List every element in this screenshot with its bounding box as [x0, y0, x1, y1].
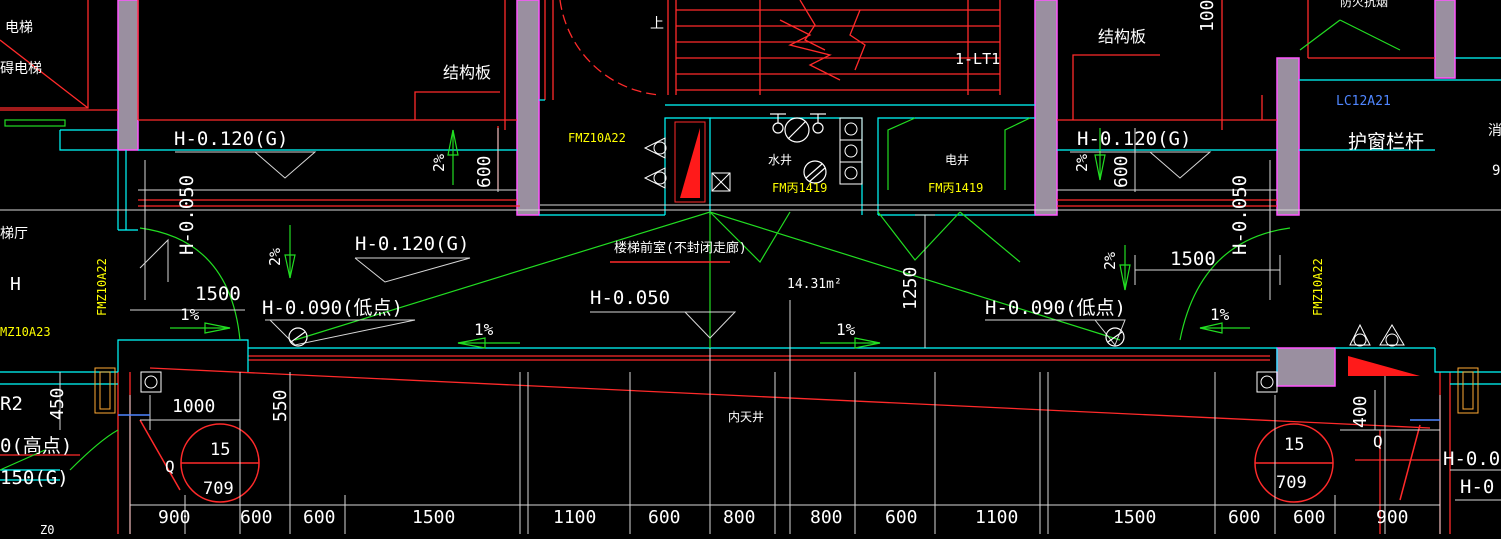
- slope-label: 1%: [180, 305, 200, 324]
- dim-1000-top: 100: [1197, 0, 1218, 32]
- bottom-dimension: 600: [240, 507, 273, 528]
- slope-label: 2%: [1101, 252, 1119, 270]
- wall-column: [1276, 347, 1336, 387]
- label-guard-rail: 护窗栏杆: [1348, 131, 1424, 153]
- label-structural-slab-right: 结构板: [1098, 27, 1146, 46]
- bottom-dimension: 900: [158, 507, 191, 528]
- bottom-dimension: 1500: [412, 507, 455, 528]
- fire-door-symbol-right: [1348, 356, 1420, 376]
- slope-label: 1%: [1210, 305, 1230, 324]
- label-lobby-title: 楼梯前室(不封闭走廊): [614, 240, 747, 256]
- callout-left-top: 15: [210, 440, 230, 460]
- elevation-h012-left: H-0.120(G): [174, 128, 288, 150]
- fire-door-symbol-left: [680, 128, 700, 198]
- bottom-dimension: 1100: [553, 507, 596, 528]
- bottom-dimension: 600: [885, 507, 918, 528]
- label-up: 上: [650, 16, 664, 32]
- elevation-h0090-right: H-0.090(低点): [985, 297, 1126, 319]
- elevation-left-150g: 150(G): [0, 467, 69, 489]
- slope-label: 2%: [430, 154, 448, 172]
- label-door-left-a23: MZ10A23: [0, 325, 51, 339]
- dim-600-b: 600: [1111, 155, 1132, 188]
- bottom-dimension: 800: [810, 507, 843, 528]
- slope-label: 1%: [474, 320, 494, 339]
- slope-label: 2%: [1073, 154, 1091, 172]
- label-hall: 梯厅: [0, 226, 28, 242]
- bottom-dimension: 800: [723, 507, 756, 528]
- label-lobby-area: 14.31m²: [787, 277, 842, 292]
- green-detail-lines: [1299, 19, 1401, 51]
- label-stair-ref: 1-LT1: [955, 50, 1000, 68]
- callout-right-top: 15: [1284, 435, 1304, 455]
- label-door-vert-right: FMZ10A22: [1311, 258, 1325, 316]
- callout-left-bottom: 709: [203, 479, 234, 499]
- label-elevator-2: 碍电梯: [0, 61, 42, 77]
- elevation-h012-center: H-0.120(G): [355, 233, 469, 255]
- wall-column: [117, 0, 139, 151]
- wall-column: [1434, 0, 1456, 79]
- elevation-right-h0: H-0: [1460, 476, 1494, 498]
- label-elec-door: FM丙1419: [928, 181, 983, 195]
- label-elec-shaft: 电井: [945, 153, 969, 167]
- label-elevator-1: 电梯: [5, 20, 33, 36]
- elevation-h0050-center: H-0.050: [590, 287, 670, 309]
- dim-1500-b: 1500: [1170, 248, 1216, 270]
- bottom-dimension: 600: [1228, 507, 1261, 528]
- dim-600-a: 600: [474, 155, 495, 188]
- bottom-dimension: 900: [1376, 507, 1409, 528]
- label-partial-bottom-left: Z0: [40, 523, 54, 534]
- label-door-fm-left: FMZ10A22: [568, 131, 626, 145]
- dim-400: 400: [1350, 395, 1371, 428]
- elevation-left-high: 0(高点): [0, 435, 72, 457]
- label-inner-court: 内天井: [728, 410, 764, 424]
- elevation-h012-right: H-0.120(G): [1077, 128, 1191, 150]
- label-water-shaft: 水井: [768, 153, 792, 167]
- elevation-vert-right: H-0.050: [1229, 175, 1251, 255]
- wall-column: [1034, 0, 1058, 216]
- floor-plan: 电梯 碍电梯 结构板 结构板 上 1-LT1 FMZ10A22 水井 FM丙14…: [0, 0, 1501, 537]
- label-r2: R2: [0, 393, 23, 415]
- elevation-h0090-left: H-0.090(低点): [262, 297, 403, 319]
- callout-right-bottom: 709: [1276, 473, 1307, 493]
- elevation-vert-left: H-0.050: [176, 175, 198, 255]
- wall-column: [1276, 57, 1300, 216]
- label-structural-slab-left: 结构板: [443, 63, 491, 82]
- bottom-dimension-chain: 900 600 600 1500 1100 600 800 800 600 11…: [158, 507, 1409, 528]
- slope-label: 1%: [836, 320, 856, 339]
- dim-1250: 1250: [900, 267, 921, 310]
- bottom-dimension: 1100: [975, 507, 1018, 528]
- dim-1000: 1000: [172, 396, 215, 417]
- red-circles: [139, 419, 1421, 503]
- label-right-9: 9: [1492, 163, 1500, 179]
- bottom-dimension: 600: [1293, 507, 1326, 528]
- label-q-right: Q: [1373, 432, 1383, 451]
- label-q-left: Q: [165, 457, 175, 476]
- bottom-dimension: 1500: [1113, 507, 1156, 528]
- text-labels: 电梯 碍电梯 结构板 结构板 上 1-LT1 FMZ10A22 水井 FM丙14…: [0, 0, 1501, 537]
- label-fire-right: 消: [1488, 123, 1501, 139]
- cad-drawing-canvas: 电梯 碍电梯 结构板 结构板 上 1-LT1 FMZ10A22 水井 FM丙14…: [0, 0, 1501, 537]
- label-door-vert-left: FMZ10A22: [95, 258, 109, 316]
- label-window-ref: LC12A21: [1336, 94, 1391, 109]
- wall-column: [516, 0, 540, 216]
- label-top-right-cut: 防火抗烟: [1340, 0, 1388, 9]
- bottom-dimension: 600: [303, 507, 336, 528]
- bottom-dimension: 600: [648, 507, 681, 528]
- label-hall-h: H: [10, 274, 21, 295]
- elevation-right-h005: H-0.05: [1443, 448, 1501, 470]
- dim-550: 550: [270, 389, 291, 422]
- dim-1500-a: 1500: [195, 283, 241, 305]
- slope-label: 2%: [266, 248, 284, 266]
- label-water-door: FM丙1419: [772, 181, 827, 195]
- dim-450: 450: [47, 387, 68, 420]
